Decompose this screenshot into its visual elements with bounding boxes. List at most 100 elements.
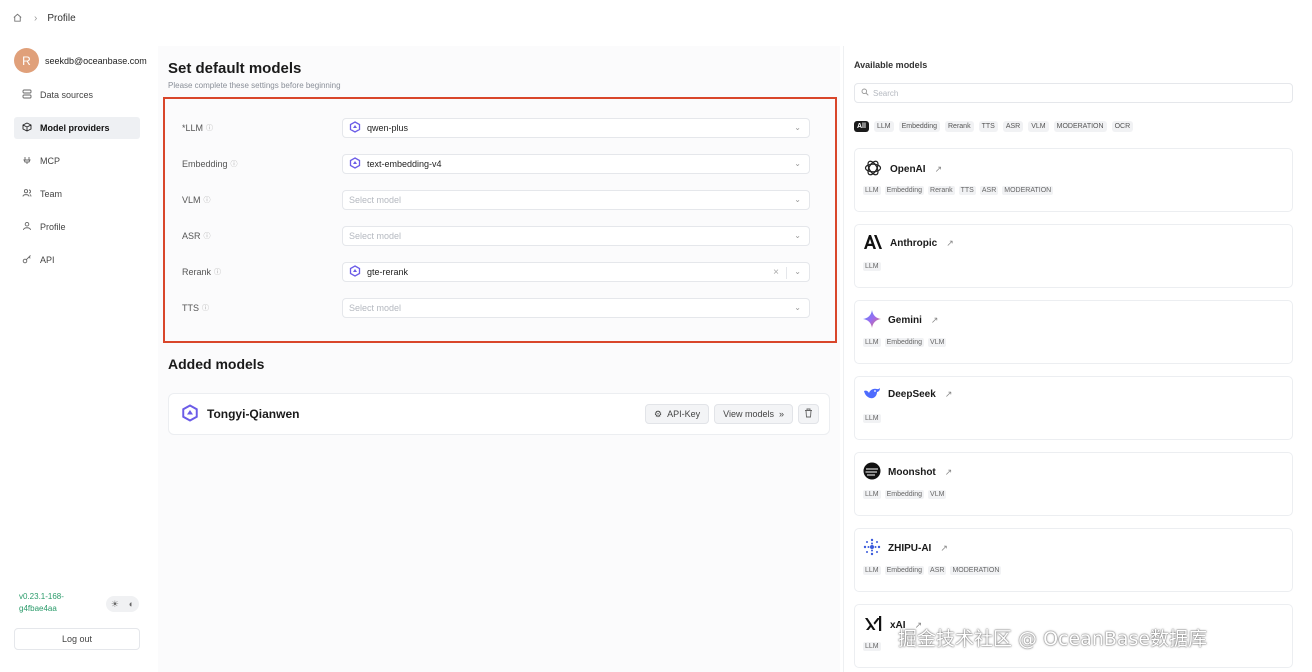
cube-icon (22, 122, 32, 134)
row-label: TTS (182, 303, 199, 313)
embedding-select[interactable]: text-embedding-v4 ⌄ (342, 154, 810, 174)
view-models-button[interactable]: View models » (714, 404, 793, 424)
view-models-label: View models (723, 409, 774, 419)
selected-value: qwen-plus (367, 123, 409, 133)
openai-logo-icon (863, 158, 883, 181)
page-title: Set default models (168, 60, 302, 77)
llm-select[interactable]: qwen-plus ⌄ (342, 118, 810, 138)
sidebar-item-label: Data sources (40, 90, 94, 100)
tag-list: LLM Embedding Rerank TTS ASR MODERATION (863, 186, 1054, 195)
provider-name: Anthropic (890, 238, 938, 249)
tag: MODERATION (1002, 186, 1054, 195)
delete-button[interactable] (798, 404, 819, 424)
provider-actions: ⚙ API-Key View models » (645, 404, 819, 424)
model-card-zhipu-ai[interactable]: ZHIPU-AI ↗ LLM Embedding ASR MODERATION (854, 528, 1293, 592)
filter-vlm[interactable]: VLM (1028, 121, 1049, 132)
chevron-down-icon: ⌄ (794, 123, 801, 132)
info-icon: ⓘ (203, 197, 211, 204)
available-models-panel: Available models Search All LLM Embeddin… (843, 46, 1303, 672)
filter-moderation[interactable]: MODERATION (1053, 121, 1107, 132)
tag: LLM (863, 490, 881, 499)
trash-icon (804, 408, 813, 420)
moon-icon[interactable]: ◐ (129, 599, 134, 609)
tag: LLM (863, 642, 881, 651)
zhipu-logo-icon (863, 538, 881, 559)
info-icon: ⓘ (202, 305, 209, 312)
default-model-row-asr: ASR ⓘ Select model ⌄ (182, 225, 818, 247)
theme-toggle[interactable]: ☀ ◐ (106, 596, 139, 612)
row-label: VLM (182, 195, 201, 205)
logout-button[interactable]: Log out (14, 628, 140, 650)
sidebar-item-team[interactable]: Team (14, 183, 140, 205)
arrow-up-right-icon: ↗ (944, 389, 953, 399)
filter-llm[interactable]: LLM (873, 121, 894, 132)
tag: ASR (979, 186, 999, 195)
select-placeholder: Select model (349, 231, 402, 241)
vlm-select[interactable]: Select model ⌄ (342, 190, 810, 210)
filter-ocr[interactable]: OCR (1111, 121, 1134, 132)
default-model-row-tts: TTS ⓘ Select model ⌄ (182, 297, 818, 319)
tag: Embedding (884, 338, 925, 347)
tag: VLM (928, 490, 947, 499)
filter-all[interactable]: All (854, 121, 869, 132)
sidebar-item-mcp[interactable]: MCP (14, 150, 140, 172)
sidebar-item-api[interactable]: API (14, 249, 140, 271)
chevron-down-icon: ⌄ (794, 303, 801, 312)
home-icon[interactable] (12, 12, 24, 24)
model-card-gemini[interactable]: Gemini ↗ LLM Embedding VLM (854, 300, 1293, 364)
selected-value: text-embedding-v4 (367, 159, 442, 169)
chevrons-down-icon: » (778, 409, 784, 419)
added-provider-card: Tongyi-Qianwen ⚙ API-Key View models » (168, 393, 830, 435)
avatar: R (14, 48, 39, 73)
qwen-logo-icon (349, 265, 361, 279)
model-card-moonshot[interactable]: Moonshot ↗ LLM Embedding VLM (854, 452, 1293, 516)
sidebar-item-data-sources[interactable]: Data sources (14, 84, 140, 106)
arrow-up-right-icon: ↗ (946, 238, 954, 248)
chevron-down-icon: ⌄ (794, 231, 801, 240)
arrow-up-right-icon: ↗ (934, 164, 943, 174)
user-email: seekdb@oceanbase.com (45, 55, 147, 66)
chevron-down-icon: ⌄ (794, 195, 801, 204)
model-card-anthropic[interactable]: Anthropic ↗ LLM (854, 224, 1293, 288)
provider-name: Gemini (888, 315, 922, 326)
tag-list: LLM Embedding VLM (863, 338, 947, 347)
filter-tts[interactable]: TTS (978, 121, 998, 132)
tag: Rerank (928, 186, 955, 195)
api-key-button[interactable]: ⚙ API-Key (645, 404, 710, 424)
asr-select[interactable]: Select model ⌄ (342, 226, 810, 246)
chevron-down-icon: ⌄ (794, 267, 801, 276)
info-icon: ⓘ (206, 125, 214, 132)
filter-rerank[interactable]: Rerank (945, 121, 974, 132)
user-menu[interactable]: R seekdb@oceanbase.com (14, 48, 147, 73)
info-icon: ⓘ (203, 233, 211, 240)
users-icon (22, 188, 32, 200)
available-models-title: Available models (854, 60, 928, 70)
default-model-row-embedding: Embedding ⓘ text-embedding-v4 ⌄ (182, 153, 818, 175)
sidebar-item-model-providers[interactable]: Model providers (14, 117, 140, 139)
search-icon (861, 88, 869, 98)
search-input[interactable]: Search (854, 83, 1293, 103)
filter-asr[interactable]: ASR (1002, 121, 1024, 132)
sidebar-item-label: MCP (40, 156, 60, 166)
sidebar-nav: Data sources Model providers MCP Team Pr… (14, 84, 140, 282)
selected-value: gte-rerank (367, 267, 409, 277)
tag: ASR (928, 566, 947, 575)
arrow-up-right-icon: ↗ (944, 467, 953, 477)
info-icon: ⓘ (214, 269, 222, 276)
sidebar-item-profile[interactable]: Profile (14, 216, 140, 238)
model-card-deepseek[interactable]: DeepSeek ↗ LLM (854, 376, 1293, 440)
moonshot-logo-icon (863, 462, 881, 483)
info-icon: ⓘ (230, 161, 238, 168)
deepseek-logo-icon (863, 386, 881, 403)
clear-icon[interactable]: × (773, 267, 779, 278)
tts-select[interactable]: Select model ⌄ (342, 298, 810, 318)
rerank-select[interactable]: gte-rerank × ⌄ (342, 262, 810, 282)
key-icon (22, 254, 32, 266)
model-card-openai[interactable]: OpenAI ↗ LLM Embedding Rerank TTS ASR MO… (854, 148, 1293, 212)
tag-list: LLM Embedding VLM (863, 490, 947, 499)
tag-list: LLM (863, 262, 881, 271)
filter-embedding[interactable]: Embedding (898, 121, 940, 132)
xai-logo-icon (863, 614, 883, 637)
breadcrumb-current: Profile (47, 12, 76, 24)
sun-icon[interactable]: ☀ (111, 599, 119, 610)
